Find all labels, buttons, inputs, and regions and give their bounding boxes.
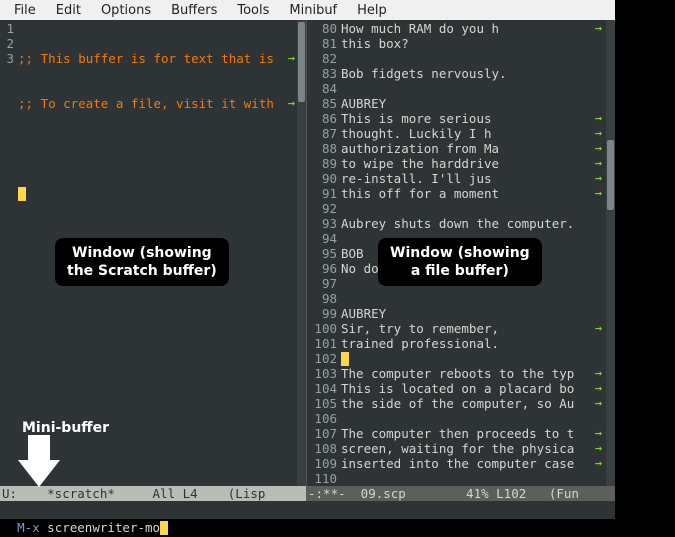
left-gutter: 1 2 3 bbox=[0, 20, 14, 66]
minibuffer-input[interactable]: screenwriter-mo bbox=[47, 520, 160, 535]
wrap-icon: → bbox=[595, 396, 602, 411]
file-line: This is more serious bbox=[341, 111, 492, 126]
file-line: this off for a moment bbox=[341, 186, 499, 201]
wrap-icon: → bbox=[288, 96, 295, 111]
wrap-icon: → bbox=[595, 321, 602, 336]
annotation-minibuffer-label: Mini-buffer bbox=[22, 420, 109, 436]
cursor bbox=[341, 352, 349, 366]
wrap-icon: → bbox=[595, 186, 602, 201]
wrap-icon: → bbox=[595, 111, 602, 126]
arrow-down-icon bbox=[8, 435, 68, 495]
wrap-icon: → bbox=[595, 126, 602, 141]
left-scrollbar[interactable] bbox=[297, 20, 306, 486]
file-line: re-install. I'll jus bbox=[341, 171, 492, 186]
file-line: the side of the computer, so Au bbox=[341, 396, 574, 411]
wrap-icon: → bbox=[595, 171, 602, 186]
void-area bbox=[615, 0, 675, 520]
menu-file[interactable]: File bbox=[4, 2, 46, 19]
left-lines[interactable]: ;; This buffer is for text that is → ;; T… bbox=[18, 20, 296, 231]
minibuffer[interactable]: M-x screenwriter-mo bbox=[0, 501, 615, 519]
file-line: Sir, try to remember, bbox=[341, 321, 499, 336]
right-scroll-thumb[interactable] bbox=[607, 140, 614, 210]
menu-tools[interactable]: Tools bbox=[227, 2, 279, 19]
file-line: AUBREY bbox=[341, 306, 386, 321]
file-line: this box? bbox=[341, 36, 409, 51]
file-line: Aubrey shuts down the computer. bbox=[341, 216, 574, 231]
scratch-line-2: ;; To create a file, visit it with bbox=[18, 96, 274, 111]
file-line: How much RAM do you h bbox=[341, 21, 499, 36]
left-scroll-thumb[interactable] bbox=[298, 22, 305, 102]
file-line: The computer then proceeds to t bbox=[341, 426, 574, 441]
annotation-right-window: Window (showinga file buffer) bbox=[378, 238, 542, 286]
cursor bbox=[18, 187, 26, 201]
file-line: This is located on a placard bo bbox=[341, 381, 574, 396]
wrap-icon: → bbox=[595, 366, 602, 381]
file-line: screen, waiting for the physica bbox=[341, 441, 574, 456]
file-line: inserted into the computer case bbox=[341, 456, 574, 471]
file-line: authorization from Ma bbox=[341, 141, 499, 156]
wrap-icon: → bbox=[595, 456, 602, 471]
file-line: Bob fidgets nervously. bbox=[341, 66, 507, 81]
wrap-icon: → bbox=[595, 156, 602, 171]
scratch-line-1: ;; This buffer is for text that is bbox=[18, 51, 274, 66]
wrap-icon: → bbox=[595, 441, 602, 456]
minibuffer-prompt: M-x bbox=[17, 520, 47, 535]
file-line: thought. Luckily I h bbox=[341, 126, 492, 141]
cursor bbox=[160, 521, 168, 535]
right-scrollbar[interactable] bbox=[606, 20, 615, 486]
menu-edit[interactable]: Edit bbox=[46, 2, 91, 19]
wrap-icon: → bbox=[595, 426, 602, 441]
file-line: to wipe the harddrive bbox=[341, 156, 499, 171]
file-line: AUBREY bbox=[341, 96, 386, 111]
menubar: File Edit Options Buffers Tools Minibuf … bbox=[0, 0, 675, 20]
menu-options[interactable]: Options bbox=[91, 2, 161, 19]
menu-minibuf[interactable]: Minibuf bbox=[279, 2, 347, 19]
modeline-right: -:**- 09.scp 41% L102 (Fun bbox=[306, 486, 615, 501]
wrap-icon: → bbox=[595, 141, 602, 156]
wrap-icon: → bbox=[595, 21, 602, 36]
modeline-row: U: *scratch* All L4 (Lisp -:**- 09.scp 4… bbox=[0, 486, 615, 501]
file-line: The computer reboots to the typ bbox=[341, 366, 574, 381]
menu-help[interactable]: Help bbox=[347, 2, 397, 19]
annotation-left-window: Window (showingthe Scratch buffer) bbox=[55, 238, 229, 286]
file-line: BOB bbox=[341, 246, 364, 261]
file-line: trained professional. bbox=[341, 336, 499, 351]
right-gutter: 8081828384858687888990919293949596979899… bbox=[307, 20, 337, 486]
wrap-icon: → bbox=[595, 381, 602, 396]
menu-buffers[interactable]: Buffers bbox=[161, 2, 227, 19]
wrap-icon: → bbox=[288, 51, 295, 66]
